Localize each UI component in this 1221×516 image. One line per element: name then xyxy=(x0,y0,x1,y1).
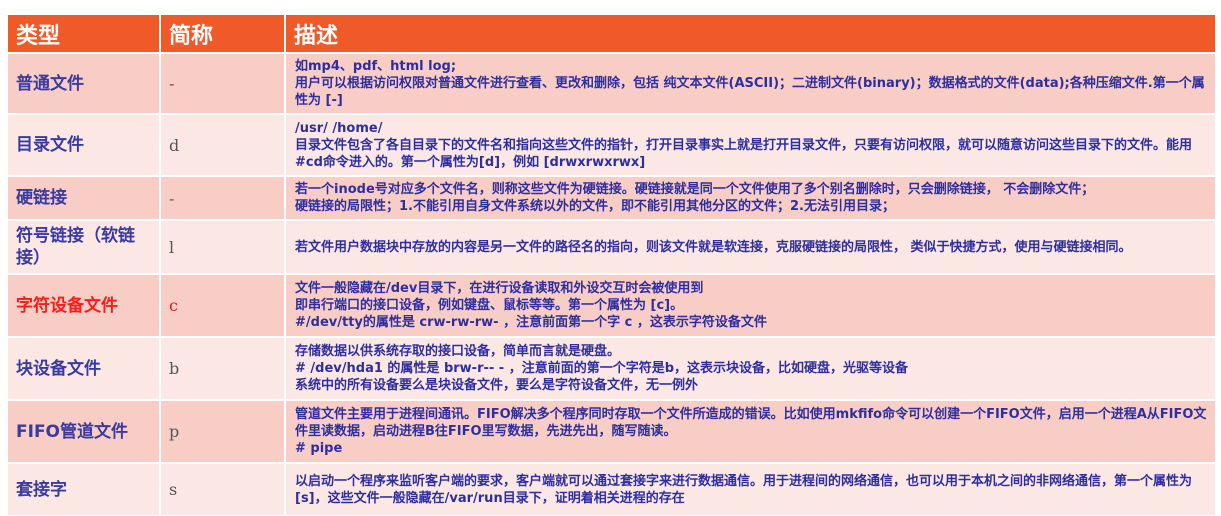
description-line: 管道文件主要用于进程间通讯。FIFO解决多个程序同时存取一个文件所造成的错误。比… xyxy=(295,407,1207,439)
description-line: #/dev/tty的属性是 crw-rw-rw- ，注意前面第一个字 c ，这表… xyxy=(295,315,767,330)
table-row: 字符设备文件 c 文件一般隐藏在/dev目录下，在进行设备读取和外设交互时会被使… xyxy=(6,273,1217,337)
description-line: 文件一般隐藏在/dev目录下，在进行设备读取和外设交互时会被使用到 xyxy=(295,281,704,296)
table-header-row: 类型 简称 描述 xyxy=(6,13,1217,53)
row-type-name: 目录文件 xyxy=(6,113,161,176)
row-description: /usr/ /home/ 目录文件包含了各自目录下的文件名和指向这些文件的指针，… xyxy=(284,113,1217,176)
header-type: 类型 xyxy=(6,13,161,53)
row-description: 若文件用户数据块中存放的内容是另一文件的路径名的指向，则该文件就是软连接，克服硬… xyxy=(284,219,1217,274)
row-abbr: p xyxy=(159,399,286,463)
description-line: 如mp4、pdf、html log; xyxy=(295,59,457,74)
description-line: 若文件用户数据块中存放的内容是另一文件的路径名的指向，则该文件就是软连接，克服硬… xyxy=(295,239,1132,255)
row-description: 如mp4、pdf、html log; 用户可以根据访问权限对普通文件进行查看、更… xyxy=(284,52,1217,114)
table-row: 块设备文件 b 存储数据以供系统存取的接口设备，简单而言就是硬盘。 # /dev… xyxy=(6,336,1217,400)
row-description: 文件一般隐藏在/dev目录下，在进行设备读取和外设交互时会被使用到 即串行端口的… xyxy=(284,273,1217,337)
table-row: FIFO管道文件 p 管道文件主要用于进程间通讯。FIFO解决多个程序同时存取一… xyxy=(6,399,1217,463)
description-line: 即串行端口的接口设备，例如键盘、鼠标等等。第一个属性为 [c]。 xyxy=(295,298,684,313)
row-type-name: 普通文件 xyxy=(6,52,161,114)
row-description: 若一个inode号对应多个文件名，则称这些文件为硬链接。硬链接就是同一个文件使用… xyxy=(284,175,1217,220)
row-description: 存储数据以供系统存取的接口设备，简单而言就是硬盘。 # /dev/hda1 的属… xyxy=(284,336,1217,400)
description-line: 存储数据以供系统存取的接口设备，简单而言就是硬盘。 xyxy=(295,344,621,359)
file-types-table: 类型 简称 描述 普通文件 - 如mp4、pdf、html log; 用户可以根… xyxy=(6,13,1217,515)
table-row: 目录文件 d /usr/ /home/ 目录文件包含了各自目录下的文件名和指向这… xyxy=(6,113,1217,176)
row-abbr: d xyxy=(159,113,286,176)
row-type-name: 套接字 xyxy=(6,462,161,515)
row-type-name: 符号链接（软链接） xyxy=(6,219,161,274)
row-abbr: - xyxy=(159,175,286,220)
description-line: # /dev/hda1 的属性是 brw-r-- - ，注意前面的第一个字符是b… xyxy=(295,361,909,376)
description-line: 系统中的所有设备要么是块设备文件，要么是字符设备文件，无一例外 xyxy=(295,378,699,393)
description-line: 目录文件包含了各自目录下的文件名和指向这些文件的指针，打开目录事实上就是打开目录… xyxy=(295,137,1193,170)
header-abbr: 简称 xyxy=(159,13,286,53)
row-abbr: b xyxy=(159,336,286,400)
description-line: /usr/ /home/ xyxy=(295,120,383,136)
row-type-name: 块设备文件 xyxy=(6,336,161,400)
description-line: 硬链接的局限性；1.不能引用自身文件系统以外的文件，即不能引用其他分区的文件；2… xyxy=(295,199,895,214)
description-line: 以启动一个程序来监听客户端的要求，客户端就可以通过套接字来进行数据通信。用于进程… xyxy=(295,473,1193,506)
row-type-name: 硬链接 xyxy=(6,175,161,220)
row-abbr: - xyxy=(159,52,286,114)
description-line: # pipe xyxy=(295,441,343,456)
row-description: 管道文件主要用于进程间通讯。FIFO解决多个程序同时存取一个文件所造成的错误。比… xyxy=(284,399,1217,463)
table-row: 套接字 s 以启动一个程序来监听客户端的要求，客户端就可以通过套接字来进行数据通… xyxy=(6,462,1217,515)
header-desc: 描述 xyxy=(284,13,1217,53)
table-row: 硬链接 - 若一个inode号对应多个文件名，则称这些文件为硬链接。硬链接就是同… xyxy=(6,175,1217,220)
row-description: 以启动一个程序来监听客户端的要求，客户端就可以通过套接字来进行数据通信。用于进程… xyxy=(284,462,1217,515)
table-row: 普通文件 - 如mp4、pdf、html log; 用户可以根据访问权限对普通文… xyxy=(6,52,1217,114)
row-type-name: FIFO管道文件 xyxy=(6,399,161,463)
description-line: 用户可以根据访问权限对普通文件进行查看、更改和删除，包括 纯文本文件(ASCII… xyxy=(295,76,1205,108)
row-abbr: s xyxy=(159,462,286,515)
row-abbr: c xyxy=(159,273,286,337)
row-type-name: 字符设备文件 xyxy=(6,273,161,337)
description-line: 若一个inode号对应多个文件名，则称这些文件为硬链接。硬链接就是同一个文件使用… xyxy=(295,182,1095,197)
table-row: 符号链接（软链接） l 若文件用户数据块中存放的内容是另一文件的路径名的指向，则… xyxy=(6,219,1217,274)
row-abbr: l xyxy=(159,219,286,274)
